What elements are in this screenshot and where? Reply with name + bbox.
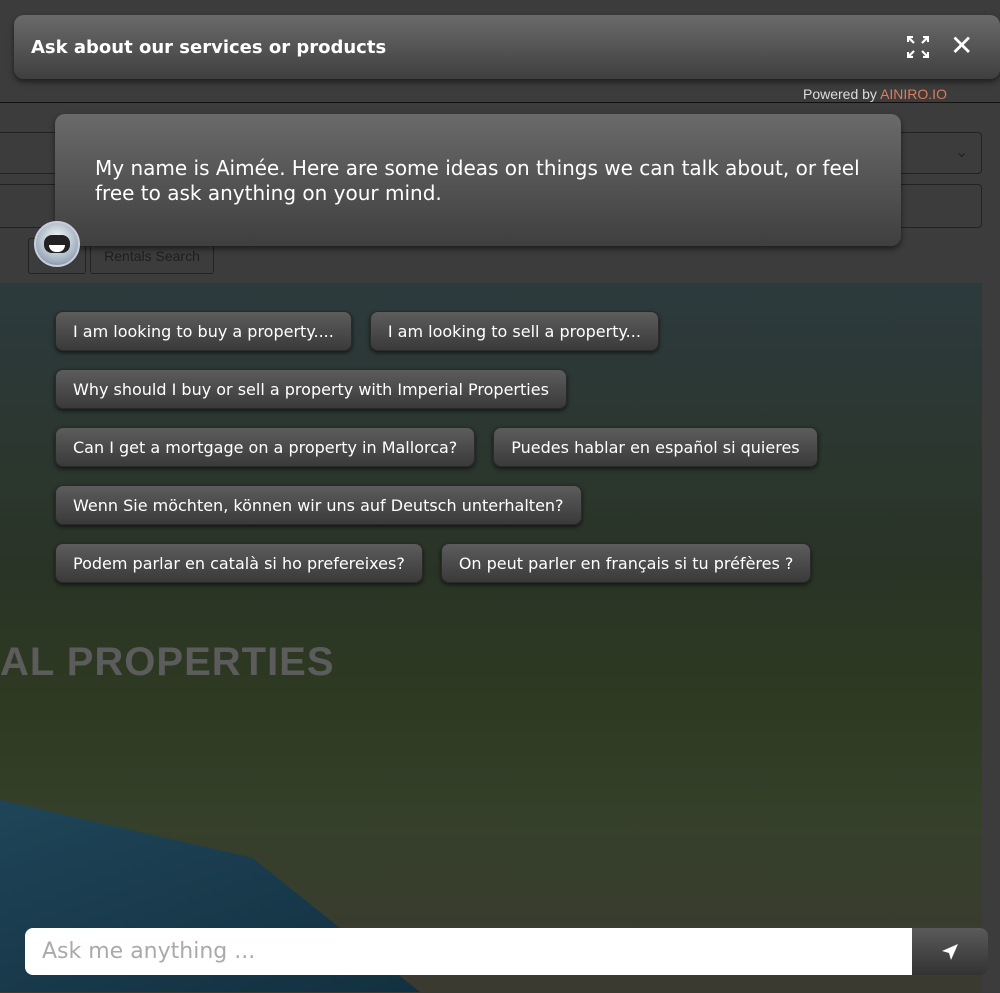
suggestion-chip[interactable]: Why should I buy or sell a property with… [55, 369, 567, 409]
send-button[interactable] [912, 928, 988, 975]
suggestion-chip[interactable]: I am looking to buy a property.... [55, 311, 352, 351]
suggestion-chip[interactable]: Can I get a mortgage on a property in Ma… [55, 427, 476, 467]
suggestion-chip[interactable]: Podem parlar en català si ho prefereixes… [55, 543, 423, 583]
powered-by-link[interactable]: AINIRO.IO [880, 86, 947, 102]
suggestion-chip[interactable]: I am looking to sell a property... [369, 311, 659, 351]
chat-input[interactable] [25, 928, 912, 975]
greeting-message: My name is Aimée. Here are some ideas on… [55, 114, 901, 246]
maximize-icon[interactable] [907, 36, 929, 58]
chat-header: Ask about our services or products ✕ [14, 15, 1000, 79]
suggestion-list: I am looking to buy a property.... I am … [55, 311, 855, 601]
powered-by: Powered by AINIRO.IO [803, 86, 947, 102]
chevron-down-icon: ⌄ [955, 142, 969, 161]
suggestion-chip[interactable]: On peut parler en français si tu préfère… [440, 543, 812, 583]
chat-input-bar [25, 928, 988, 975]
close-icon[interactable]: ✕ [950, 29, 973, 63]
powered-by-label: Powered by [803, 86, 877, 102]
bot-avatar [34, 221, 80, 267]
suggestion-chip[interactable]: Wenn Sie möchten, können wir uns auf Deu… [55, 485, 582, 525]
send-icon [942, 943, 958, 960]
chat-title: Ask about our services or products [31, 36, 387, 58]
suggestion-chip[interactable]: Puedes hablar en español si quieres [493, 427, 818, 467]
divider [0, 102, 1000, 103]
hero-title: AL PROPERTIES [0, 640, 335, 684]
